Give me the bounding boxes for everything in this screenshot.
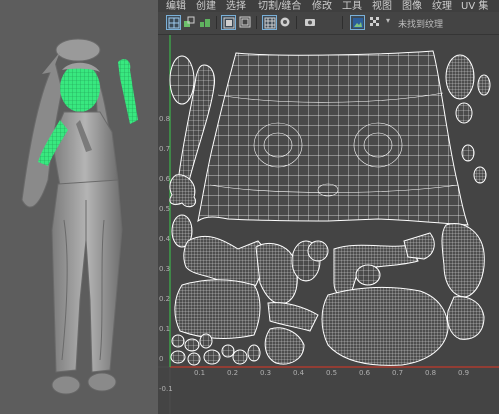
v-tick-label: 0: [159, 355, 164, 363]
u-tick-label: 0.1: [194, 369, 206, 377]
uv-shell-hand-left[interactable]: [169, 174, 196, 208]
menu-item-uv-set[interactable]: UV 集: [461, 0, 488, 12]
frame-icon: [239, 16, 251, 28]
stack-shells-icon: [200, 19, 210, 27]
shaded-uv-button[interactable]: [278, 15, 293, 30]
u-tick-label: 0.5: [326, 369, 338, 377]
uv-shell-small[interactable]: [455, 102, 473, 124]
checker-icon: [223, 17, 235, 29]
menu-item-cut-sew[interactable]: 切割/缝合: [258, 0, 301, 12]
chevron-down-icon[interactable]: ▾: [386, 16, 390, 25]
u-tick-label: 0.4: [293, 369, 305, 377]
uv-shell-hand-bottom[interactable]: [267, 302, 319, 332]
u-tick-label: 0.8: [425, 369, 437, 377]
uv-shell-body[interactable]: [197, 50, 469, 226]
uv-menu-bar: 编辑 创建 选择 切割/缝合 修改 工具 视图 图像 纹理 UV 集: [158, 0, 499, 12]
uv-shell-select-button[interactable]: [166, 15, 181, 30]
u-tick-label: 0.3: [260, 369, 272, 377]
v-tick-label: 0.7: [159, 145, 171, 153]
v-tick-label: 0.4: [159, 235, 171, 243]
character-model[interactable]: [0, 0, 158, 414]
image-display-button[interactable]: [350, 15, 365, 30]
v-tick-label: 0.8: [159, 115, 171, 123]
v-tick-label: 0.5: [159, 205, 171, 213]
snap-uv-button[interactable]: [182, 15, 197, 30]
image-icon: [353, 18, 363, 28]
snapshot-button[interactable]: [303, 15, 318, 30]
viewport-3d[interactable]: [0, 0, 158, 414]
uv-shell-small[interactable]: [355, 264, 381, 286]
uv-snap-icon: [184, 16, 195, 27]
uv-shell-small[interactable]: [169, 55, 195, 105]
uv-shell-collar[interactable]: [264, 327, 305, 365]
v-tick-label: 0.6: [159, 175, 171, 183]
uv-editor-panel[interactable]: 编辑 创建 选择 切割/缝合 修改 工具 视图 图像 纹理 UV 集 ▾ 未找到…: [158, 0, 499, 414]
display-toggle-button[interactable]: [238, 15, 253, 30]
u-tick-label: 0.9: [458, 369, 470, 377]
menu-item-view[interactable]: 视图: [372, 0, 392, 12]
menu-item-tools[interactable]: 工具: [342, 0, 362, 12]
menu-item-select[interactable]: 选择: [226, 0, 246, 12]
v-tick-label: -0.1: [159, 385, 173, 393]
uv-shell-leg[interactable]: [441, 223, 485, 298]
v-tick-label: 0.2: [159, 295, 171, 303]
grid-toggle-button[interactable]: [262, 15, 277, 30]
uv-shell-ear[interactable]: [445, 54, 475, 100]
uv-shell-small[interactable]: [307, 240, 329, 262]
sphere-icon: [280, 17, 290, 27]
checker-map-button[interactable]: [221, 15, 236, 30]
uv-toolbar: ▾ 未找到纹理: [158, 12, 499, 35]
v-tick-label: 0.1: [159, 325, 171, 333]
uv-canvas[interactable]: 0.8 0.7 0.6 0.5 0.4 0.3 0.2 0.1 0 -0.1 0.1 0.2 0.3 0…: [158, 35, 499, 414]
menu-item-image[interactable]: 图像: [402, 0, 422, 12]
u-tick-label: 0.2: [227, 369, 239, 377]
menu-item-edit[interactable]: 编辑: [166, 0, 186, 12]
uv-shell-small[interactable]: [477, 74, 491, 96]
uv-shell-small[interactable]: [447, 296, 485, 340]
uv-shell-shirt-right[interactable]: [321, 287, 449, 366]
uv-shell-small[interactable]: [461, 144, 475, 162]
stack-shells-button[interactable]: [198, 15, 213, 30]
menu-item-texture[interactable]: 纹理: [432, 0, 452, 12]
camera-icon: [305, 19, 315, 26]
menu-item-modify[interactable]: 修改: [312, 0, 332, 12]
uv-shell-small[interactable]: [473, 166, 487, 184]
checker-tiles-button[interactable]: [368, 15, 383, 30]
checkerboard-icon: [370, 17, 379, 26]
uv-shell-shirt-left[interactable]: [174, 279, 261, 339]
v-tick-label: 0.3: [159, 265, 171, 273]
grid-icon: [264, 17, 276, 29]
uv-grid-icon: [168, 17, 180, 29]
u-tick-label: 0.7: [392, 369, 404, 377]
menu-item-create[interactable]: 创建: [196, 0, 216, 12]
u-tick-label: 0.6: [359, 369, 371, 377]
uv-shell-hand-right[interactable]: [403, 232, 435, 260]
uv-shell-sleeve[interactable]: [255, 243, 298, 305]
texture-dropdown[interactable]: 未找到纹理: [398, 17, 443, 30]
